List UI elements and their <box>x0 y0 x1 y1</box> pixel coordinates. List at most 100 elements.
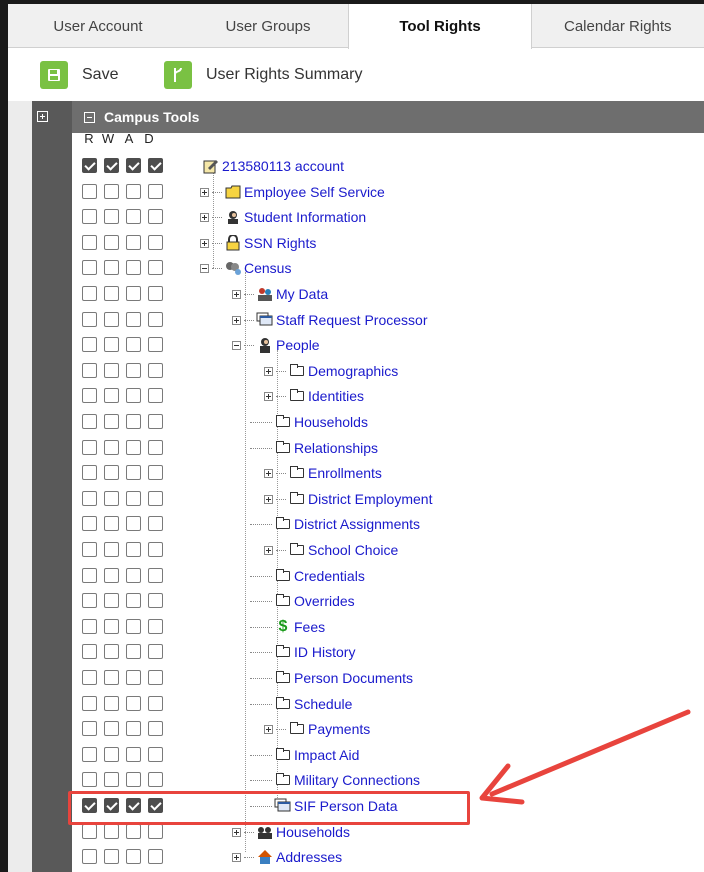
delete-checkbox[interactable] <box>148 824 163 839</box>
write-checkbox[interactable] <box>104 158 119 173</box>
tree-node-label[interactable]: Student Information <box>244 209 366 225</box>
add-checkbox[interactable] <box>126 772 141 787</box>
add-checkbox[interactable] <box>126 158 141 173</box>
expand-icon[interactable] <box>232 289 241 299</box>
tree-node-label[interactable]: Person Documents <box>294 670 413 686</box>
tree-node-label[interactable]: Overrides <box>294 593 355 609</box>
tree-node-label[interactable]: Demographics <box>308 363 398 379</box>
add-checkbox[interactable] <box>126 414 141 429</box>
save-button[interactable]: Save <box>40 61 118 89</box>
tree-node-label[interactable]: Credentials <box>294 568 365 584</box>
write-checkbox[interactable] <box>104 824 119 839</box>
delete-checkbox[interactable] <box>148 619 163 634</box>
user-rights-summary-button[interactable]: User Rights Summary <box>164 61 362 89</box>
write-checkbox[interactable] <box>104 772 119 787</box>
delete-checkbox[interactable] <box>148 644 163 659</box>
tree-node-label[interactable]: 213580113 account <box>222 158 344 174</box>
add-checkbox[interactable] <box>126 696 141 711</box>
read-checkbox[interactable] <box>82 184 97 199</box>
write-checkbox[interactable] <box>104 209 119 224</box>
add-checkbox[interactable] <box>126 209 141 224</box>
expand-icon[interactable] <box>264 494 273 504</box>
tree-node-label[interactable]: Households <box>294 414 368 430</box>
expand-icon[interactable] <box>264 468 273 478</box>
tree-node-label[interactable]: School Choice <box>308 542 398 558</box>
delete-checkbox[interactable] <box>148 849 163 864</box>
add-checkbox[interactable] <box>126 644 141 659</box>
read-checkbox[interactable] <box>82 337 97 352</box>
read-checkbox[interactable] <box>82 235 97 250</box>
write-checkbox[interactable] <box>104 670 119 685</box>
write-checkbox[interactable] <box>104 363 119 378</box>
delete-checkbox[interactable] <box>148 312 163 327</box>
read-checkbox[interactable] <box>82 158 97 173</box>
tree-node-label[interactable]: Staff Request Processor <box>276 312 427 328</box>
add-checkbox[interactable] <box>126 440 141 455</box>
add-checkbox[interactable] <box>126 670 141 685</box>
write-checkbox[interactable] <box>104 286 119 301</box>
read-checkbox[interactable] <box>82 260 97 275</box>
add-checkbox[interactable] <box>126 491 141 506</box>
tab-calendar-rights[interactable]: Calendar Rights <box>532 4 704 48</box>
tree-node-label[interactable]: Households <box>276 824 350 840</box>
read-checkbox[interactable] <box>82 414 97 429</box>
read-checkbox[interactable] <box>82 849 97 864</box>
read-checkbox[interactable] <box>82 440 97 455</box>
delete-checkbox[interactable] <box>148 670 163 685</box>
delete-checkbox[interactable] <box>148 593 163 608</box>
tree-node-label[interactable]: People <box>276 337 320 353</box>
add-checkbox[interactable] <box>126 388 141 403</box>
read-checkbox[interactable] <box>82 747 97 762</box>
add-checkbox[interactable] <box>126 235 141 250</box>
delete-checkbox[interactable] <box>148 235 163 250</box>
delete-checkbox[interactable] <box>148 721 163 736</box>
write-checkbox[interactable] <box>104 568 119 583</box>
tree-node-label[interactable]: District Assignments <box>294 516 420 532</box>
read-checkbox[interactable] <box>82 721 97 736</box>
collapse-icon[interactable] <box>200 263 209 273</box>
read-checkbox[interactable] <box>82 465 97 480</box>
write-checkbox[interactable] <box>104 721 119 736</box>
delete-checkbox[interactable] <box>148 568 163 583</box>
read-checkbox[interactable] <box>82 568 97 583</box>
tab-user-account[interactable]: User Account <box>8 4 188 48</box>
expand-icon[interactable] <box>264 545 273 555</box>
add-checkbox[interactable] <box>126 312 141 327</box>
add-checkbox[interactable] <box>126 619 141 634</box>
read-checkbox[interactable] <box>82 542 97 557</box>
read-checkbox[interactable] <box>82 312 97 327</box>
write-checkbox[interactable] <box>104 235 119 250</box>
expand-icon[interactable] <box>264 724 273 734</box>
delete-checkbox[interactable] <box>148 337 163 352</box>
write-checkbox[interactable] <box>104 593 119 608</box>
add-checkbox[interactable] <box>126 260 141 275</box>
tree-node-label[interactable]: ID History <box>294 644 355 660</box>
expand-icon[interactable] <box>232 315 241 325</box>
write-checkbox[interactable] <box>104 491 119 506</box>
tree-node-label[interactable]: Schedule <box>294 696 352 712</box>
write-checkbox[interactable] <box>104 542 119 557</box>
tree-node-label[interactable]: My Data <box>276 286 328 302</box>
expand-all-icon[interactable] <box>37 111 48 122</box>
tab-tool-rights[interactable]: Tool Rights <box>348 4 532 49</box>
add-checkbox[interactable] <box>126 542 141 557</box>
add-checkbox[interactable] <box>126 184 141 199</box>
read-checkbox[interactable] <box>82 824 97 839</box>
expand-icon[interactable] <box>200 212 209 222</box>
write-checkbox[interactable] <box>104 516 119 531</box>
add-checkbox[interactable] <box>126 516 141 531</box>
add-checkbox[interactable] <box>126 721 141 736</box>
tree-node-label[interactable]: Military Connections <box>294 772 420 788</box>
read-checkbox[interactable] <box>82 516 97 531</box>
tree-node-label[interactable]: Impact Aid <box>294 747 359 763</box>
write-checkbox[interactable] <box>104 388 119 403</box>
read-checkbox[interactable] <box>82 491 97 506</box>
delete-checkbox[interactable] <box>148 516 163 531</box>
write-checkbox[interactable] <box>104 260 119 275</box>
read-checkbox[interactable] <box>82 363 97 378</box>
expand-icon[interactable] <box>264 391 273 401</box>
tree-node-label[interactable]: Census <box>244 260 291 276</box>
add-checkbox[interactable] <box>126 363 141 378</box>
delete-checkbox[interactable] <box>148 465 163 480</box>
delete-checkbox[interactable] <box>148 158 163 173</box>
